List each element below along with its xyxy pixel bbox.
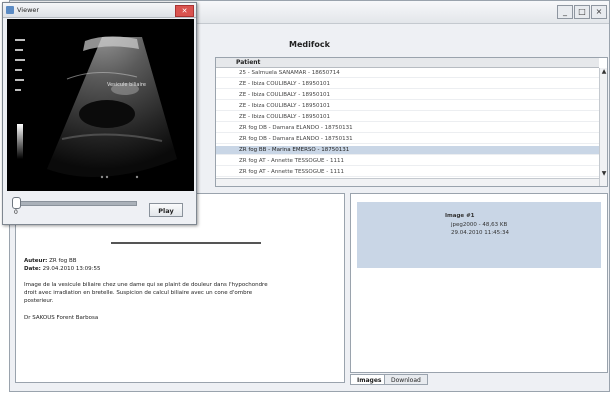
- tab-images[interactable]: Images: [350, 374, 389, 385]
- scroll-up-icon[interactable]: ▲: [600, 68, 607, 76]
- patient-row[interactable]: ZR fog DB - Damara ELANDO - 18750131: [216, 124, 599, 133]
- patient-row[interactable]: ZE - Ibiza COULIBALY - 18950101: [216, 102, 599, 111]
- scroll-down-icon[interactable]: ▼: [600, 170, 607, 178]
- frame-slider-handle[interactable]: [12, 197, 21, 209]
- close-button[interactable]: ×: [591, 5, 607, 19]
- report-body-line-1: Image de la vesicule biliaire chez une d…: [24, 282, 268, 288]
- patient-row[interactable]: ZR fog BB - Marina EMERSO - 18750131: [216, 146, 599, 155]
- patient-row[interactable]: ZE - Ibiza COULIBALY - 18950101: [216, 113, 599, 122]
- viewer-close-button[interactable]: ✕: [175, 5, 194, 17]
- frame-value: 0: [14, 209, 18, 216]
- report-body-line-2: droit avec irradiation en bretelle. Susp…: [24, 290, 253, 296]
- patient-row[interactable]: ZR fog DB - Damara ELANDO - 18750131: [216, 135, 599, 144]
- report-date: Date: 29.04.2010 13:09:55: [24, 265, 101, 273]
- author-value: ZR fog BB: [49, 258, 77, 264]
- images-panel: Image #1 jpeg2000 - 48,63 KB 29.04.2010 …: [350, 193, 608, 373]
- ultrasound-image: Vesicule biliaire: [7, 19, 194, 191]
- minimize-button[interactable]: _: [557, 5, 573, 19]
- frame-slider[interactable]: [15, 201, 137, 206]
- patient-row[interactable]: ZE - Ibiza COULIBALY - 18950101: [216, 80, 599, 89]
- ultrasound-scan: [15, 36, 177, 179]
- author-label: Auteur:: [24, 258, 48, 264]
- patient-row[interactable]: ZR fog AT - Annette TESSOGUE - 1111: [216, 157, 599, 166]
- viewer-title: Viewer: [17, 6, 40, 14]
- date-label: Date:: [24, 266, 41, 272]
- list-horizontal-scrollbar[interactable]: [216, 178, 599, 186]
- ultrasound-annotation: Vesicule biliaire: [107, 82, 146, 88]
- viewer-window[interactable]: Viewer ✕ Vesicule biliaire 0 Play: [2, 2, 197, 225]
- patient-row[interactable]: ZR fog AT - Annette TESSOGUE - 1111: [216, 168, 599, 177]
- patient-row[interactable]: ZE - Ibiza COULIBALY - 18950101: [216, 91, 599, 100]
- report-author: Auteur: ZR fog BB: [24, 257, 77, 265]
- report-divider: [111, 242, 261, 244]
- list-vertical-scrollbar[interactable]: ▲ ▼: [599, 68, 607, 186]
- image-card-title: Image #1: [445, 213, 475, 219]
- patient-row[interactable]: 25 - Salmuela SANAMAR - 18650714: [216, 69, 599, 78]
- report-body-line-3: posterieur.: [24, 298, 54, 304]
- image-card[interactable]: Image #1 jpeg2000 - 48,63 KB 29.04.2010 …: [357, 202, 601, 268]
- tab-download[interactable]: Download: [384, 374, 428, 385]
- image-card-date: 29.04.2010 11:45:34: [451, 230, 509, 236]
- image-card-format: jpeg2000 - 48,63 KB: [451, 222, 508, 228]
- viewer-titlebar[interactable]: Viewer ✕: [3, 3, 196, 18]
- patient-column-header[interactable]: Patient: [216, 58, 599, 68]
- maximize-button[interactable]: □: [574, 5, 590, 19]
- report-signature: Dr SAKOUS Forent Barbosa: [24, 315, 99, 321]
- play-button[interactable]: Play: [149, 203, 183, 217]
- date-value: 29.04.2010 13:09:55: [42, 266, 101, 272]
- app-icon: [6, 6, 14, 14]
- patient-list[interactable]: Patient 25 - Salmuela SANAMAR - 18650714…: [215, 57, 608, 187]
